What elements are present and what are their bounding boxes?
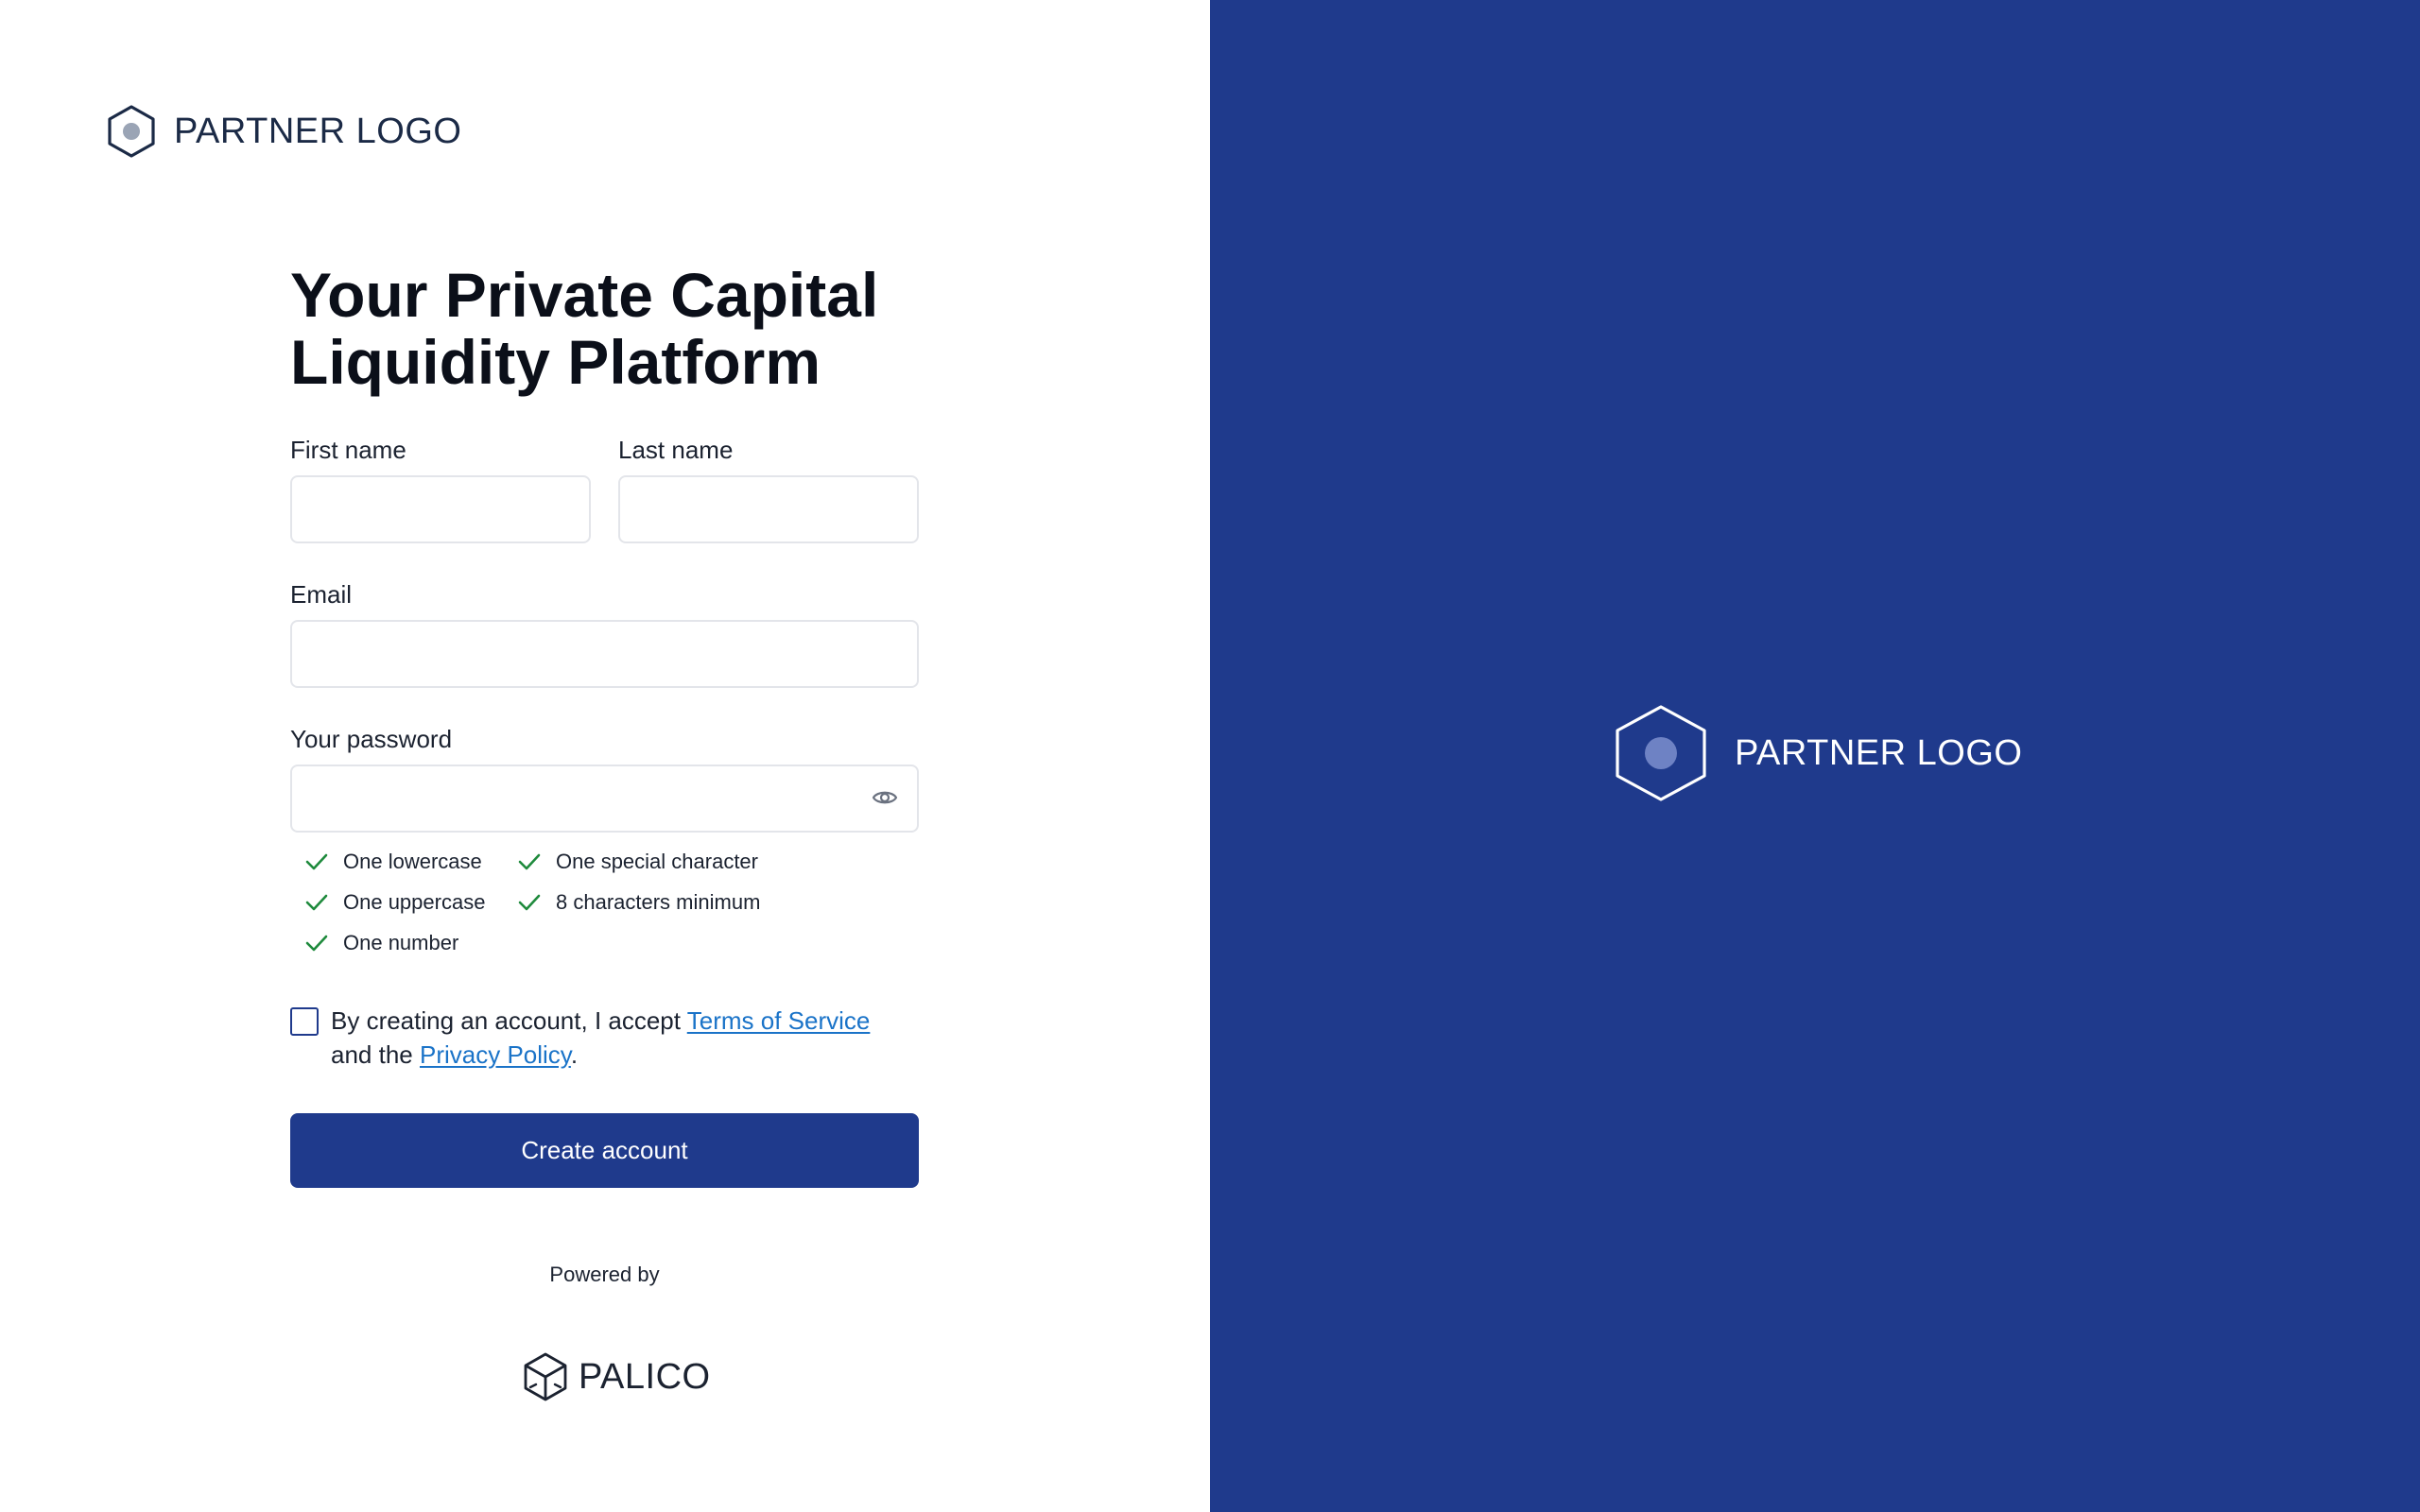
- check-icon: [305, 853, 328, 870]
- palico-brand-name: PALICO: [579, 1356, 711, 1397]
- last-name-field[interactable]: [618, 475, 919, 543]
- terms-consent-text: By creating an account, I accept Terms o…: [331, 1004, 936, 1072]
- create-account-button[interactable]: Create account: [290, 1113, 919, 1188]
- check-icon: [305, 894, 328, 911]
- password-rule: One special character: [516, 849, 758, 875]
- terms-of-service-link[interactable]: Terms of Service: [687, 1006, 871, 1035]
- terms-checkbox[interactable]: [290, 1007, 319, 1036]
- password-field[interactable]: [290, 765, 919, 833]
- check-icon: [518, 894, 541, 911]
- palico-logo: PALICO: [522, 1351, 711, 1402]
- email-field[interactable]: [290, 620, 919, 688]
- password-rule-text: One number: [343, 931, 459, 954]
- first-name-label: First name: [290, 436, 406, 464]
- check-icon: [305, 935, 328, 952]
- eye-icon[interactable]: [871, 783, 899, 812]
- consent-prefix: By creating an account, I accept: [331, 1006, 687, 1035]
- privacy-policy-link[interactable]: Privacy Policy: [420, 1040, 571, 1069]
- side-partner-logo-text: PARTNER LOGO: [1735, 732, 2023, 773]
- brand-side-panel: PARTNER LOGO: [1210, 0, 2420, 1512]
- password-label: Your password: [290, 725, 453, 753]
- page-title: Your Private Capital Liquidity Platform: [290, 262, 952, 396]
- cube-icon: [524, 1352, 567, 1401]
- title-line-1: Your Private Capital: [290, 260, 879, 330]
- consent-suffix: .: [570, 1040, 579, 1069]
- check-icon: [518, 853, 541, 870]
- password-rule: 8 characters minimum: [516, 889, 760, 916]
- partner-logo: PARTNER LOGO: [104, 104, 461, 159]
- password-rule-text: 8 characters minimum: [556, 890, 761, 914]
- signup-panel: PARTNER LOGO Your Private Capital Liquid…: [0, 0, 1210, 1512]
- hexagon-icon: [1616, 705, 1706, 801]
- email-label: Email: [290, 580, 353, 609]
- last-name-label: Last name: [618, 436, 734, 464]
- password-rule: One number: [303, 930, 458, 956]
- side-partner-logo: PARTNER LOGO: [1614, 704, 2022, 802]
- password-rule: One lowercase: [303, 849, 482, 875]
- password-rule: One uppercase: [303, 889, 485, 916]
- consent-middle: and the: [331, 1040, 420, 1069]
- partner-logo-text: PARTNER LOGO: [174, 111, 462, 151]
- password-rule-text: One uppercase: [343, 890, 486, 914]
- signup-page: PARTNER LOGO Your Private Capital Liquid…: [0, 0, 2420, 1512]
- hexagon-icon: [108, 105, 155, 158]
- password-rule-text: One lowercase: [343, 850, 482, 873]
- powered-by-label: Powered by: [549, 1263, 660, 1286]
- first-name-field[interactable]: [290, 475, 591, 543]
- title-line-2: Liquidity Platform: [290, 327, 821, 397]
- password-rule-text: One special character: [556, 850, 758, 873]
